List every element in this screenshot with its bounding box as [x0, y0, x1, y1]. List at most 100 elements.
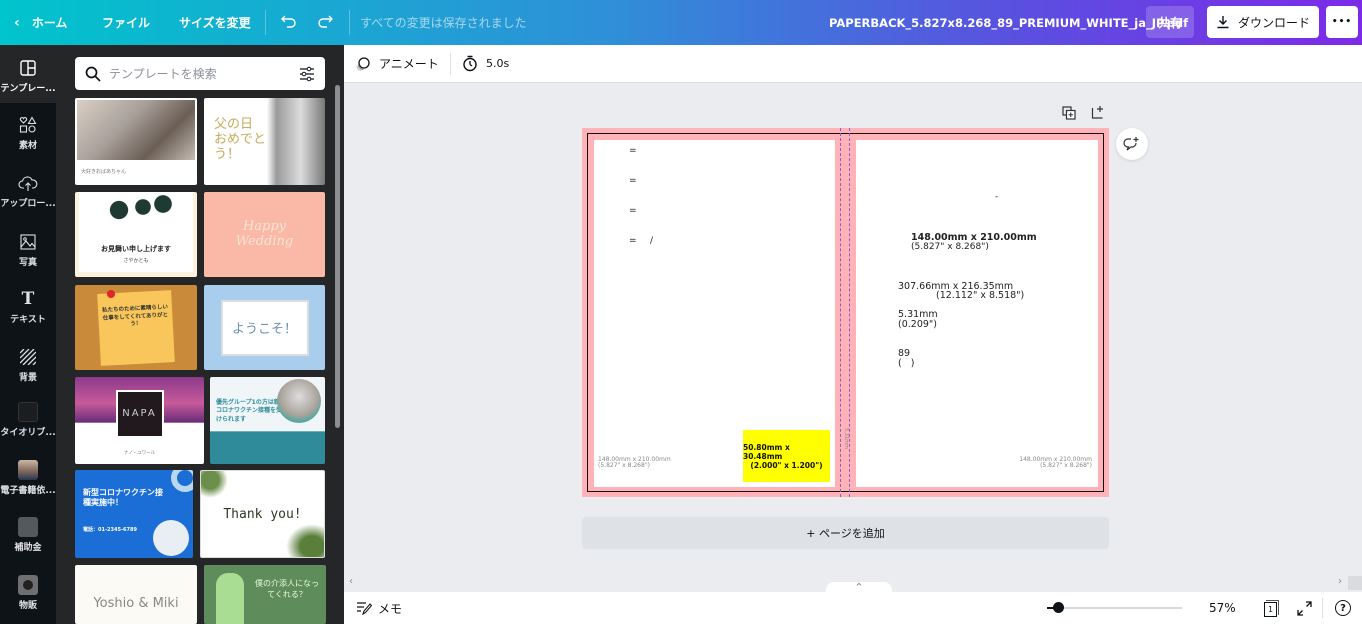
undo-icon: [281, 15, 296, 28]
rail-item-text[interactable]: T テキスト: [0, 289, 56, 325]
panel-scrollbar[interactable]: [335, 85, 340, 428]
template-search[interactable]: [75, 57, 325, 90]
rail-item-background[interactable]: 背景: [0, 347, 56, 383]
zoom-slider-handle[interactable]: [1053, 602, 1064, 613]
spine-width-in: (0.209"): [898, 319, 937, 330]
template-thumbnail[interactable]: Yoshio & Miki: [75, 565, 197, 624]
page-size-label: (5.827" x 8.268"): [598, 462, 650, 469]
save-status: すべての変更は保存されました: [360, 16, 527, 30]
help-button[interactable]: ?: [1335, 600, 1351, 616]
filter-sliders-icon[interactable]: [299, 66, 315, 82]
photo-icon: [18, 232, 38, 252]
template-thumbnail[interactable]: 僕の介添人になってくれる？: [204, 565, 326, 624]
placeholder-text: =: [629, 146, 637, 156]
rail-item-folder-2[interactable]: 電子書籍依...: [0, 460, 56, 496]
add-page-button[interactable]: + ページを追加: [582, 517, 1109, 549]
template-title: ようこそ！: [220, 299, 309, 356]
rail-label: テキスト: [10, 315, 46, 325]
duration-button[interactable]: 5.0s: [462, 55, 509, 72]
home-button[interactable]: ‹ ホーム: [14, 14, 67, 31]
top-bar: ‹ ホーム ファイル サイズを変更 すべての変更は保存されました PAPERBA…: [0, 0, 1362, 45]
divider: [265, 10, 266, 35]
template-title: 新型コロナワクチン接種実施中！: [83, 488, 163, 508]
resize-button[interactable]: サイズを変更: [179, 14, 251, 31]
divider: [1322, 598, 1323, 618]
zoom-percent[interactable]: 57%: [1209, 601, 1236, 615]
notes-button[interactable]: メモ: [356, 600, 402, 617]
page-count-label: ( ): [898, 358, 915, 369]
template-thumbnail[interactable]: 私たちのために素晴らしい仕事をしてくれてありがとう！: [75, 285, 197, 370]
rail-item-folder-1[interactable]: タイオリブ...: [0, 402, 56, 438]
template-title: お見舞い申し上げます: [101, 245, 171, 253]
template-thumbnail[interactable]: NAPA ナノ・ユワール: [75, 377, 204, 464]
template-thumbnail[interactable]: 新型コロナワクチン接種実施中！ 電話：01-2345-6789: [75, 470, 193, 558]
duration-label: 5.0s: [486, 57, 510, 70]
template-title: Thank you!: [223, 506, 302, 522]
template-title: 優先グループ1の方は新型コロナワクチン接種を受けられます: [216, 399, 286, 423]
template-thumbnail[interactable]: 父の日 おめでとう！: [204, 98, 325, 185]
template-thumbnail[interactable]: ようこそ！: [204, 285, 325, 370]
search-icon: [85, 66, 101, 82]
rail-item-templates[interactable]: テンプレー...: [0, 45, 56, 103]
comment-add-icon: [1123, 137, 1139, 151]
help-icon: ?: [1340, 602, 1346, 614]
template-image: [77, 100, 195, 160]
duplicate-page-button[interactable]: [1061, 105, 1077, 121]
template-search-input[interactable]: [109, 66, 291, 81]
template-title: Yoshio & Miki: [93, 596, 179, 611]
template-image: [153, 520, 189, 556]
download-button[interactable]: ダウンロード: [1207, 6, 1319, 38]
placeholder-text: =: [629, 206, 637, 216]
rail-item-elements[interactable]: 素材: [0, 115, 56, 151]
file-menu-button[interactable]: ファイル: [102, 14, 150, 31]
rail-label: 補助金: [14, 543, 42, 553]
more-icon: •••: [1331, 17, 1353, 27]
scroll-left-icon[interactable]: ‹: [349, 576, 353, 587]
animate-button[interactable]: アニメート: [355, 55, 439, 72]
editor-toolbar: アニメート 5.0s: [344, 45, 1362, 83]
download-label: ダウンロード: [1237, 15, 1310, 30]
divider: [450, 53, 451, 75]
barcode-area[interactable]: 50.80mm x 30.48mm (2.000" x 1.200"): [743, 430, 830, 482]
rail-item-photos[interactable]: 写真: [0, 232, 56, 268]
template-title: 僕の介添人になってくれる？: [255, 579, 319, 599]
add-comment-button[interactable]: [1116, 128, 1148, 160]
template-thumbnail[interactable]: お見舞い申し上げます さやかとも: [75, 192, 197, 277]
folder-thumbnail-icon: [18, 575, 38, 595]
redo-button[interactable]: [316, 12, 334, 30]
rail-label: 写真: [18, 258, 37, 268]
front-cover-page[interactable]: - 148.00mm x 210.00mm (5.827" x 8.268") …: [856, 140, 1098, 487]
share-button[interactable]: 共有: [1146, 6, 1194, 38]
text-icon: T: [21, 289, 35, 309]
document-title[interactable]: PAPERBACK_5.827x8.268_89_PREMIUM_WHITE_j…: [829, 16, 1188, 30]
template-title: 父の日 おめでとう！: [214, 117, 267, 162]
spine-guide: [849, 128, 850, 497]
rail-item-uploads[interactable]: アップロー...: [0, 173, 56, 209]
page-size-label: (5.827" x 8.268"): [1040, 462, 1092, 469]
templates-icon: [18, 58, 38, 78]
home-label: ホーム: [31, 16, 68, 30]
add-page-icon-button[interactable]: [1090, 104, 1106, 120]
undo-button[interactable]: [280, 12, 298, 30]
placeholder-text: -: [995, 192, 999, 202]
background-pattern-icon: [18, 347, 38, 367]
rail-label: 素材: [18, 141, 37, 151]
more-options-button[interactable]: •••: [1326, 6, 1358, 38]
fullscreen-button[interactable]: [1297, 601, 1312, 616]
rail-item-folder-4[interactable]: 物販: [0, 575, 56, 611]
timer-icon: [463, 55, 477, 72]
side-rail: テンプレー... 素材 アップロー... 写真 T テキスト 背景 タイオリブ.…: [0, 45, 56, 624]
template-caption: 大好きおばあちゃん: [81, 169, 127, 175]
animate-icon: [356, 56, 370, 71]
template-thumbnail[interactable]: 優先グループ1の方は新型コロナワクチン接種を受けられます: [210, 377, 325, 464]
template-thumbnail[interactable]: Happy Wedding: [204, 192, 325, 277]
template-thumbnail[interactable]: 大好きおばあちゃん: [75, 98, 197, 185]
rail-item-folder-3[interactable]: 補助金: [0, 517, 56, 553]
scroll-right-icon[interactable]: ›: [1338, 576, 1342, 587]
page-grid-button[interactable]: 1: [1264, 600, 1279, 617]
zoom-slider[interactable]: [1047, 602, 1182, 613]
template-title: NAPA: [115, 389, 164, 438]
template-thumbnail[interactable]: Thank you!: [200, 470, 325, 558]
cloud-upload-icon: [18, 173, 38, 193]
silhouette-icon: [216, 573, 244, 624]
